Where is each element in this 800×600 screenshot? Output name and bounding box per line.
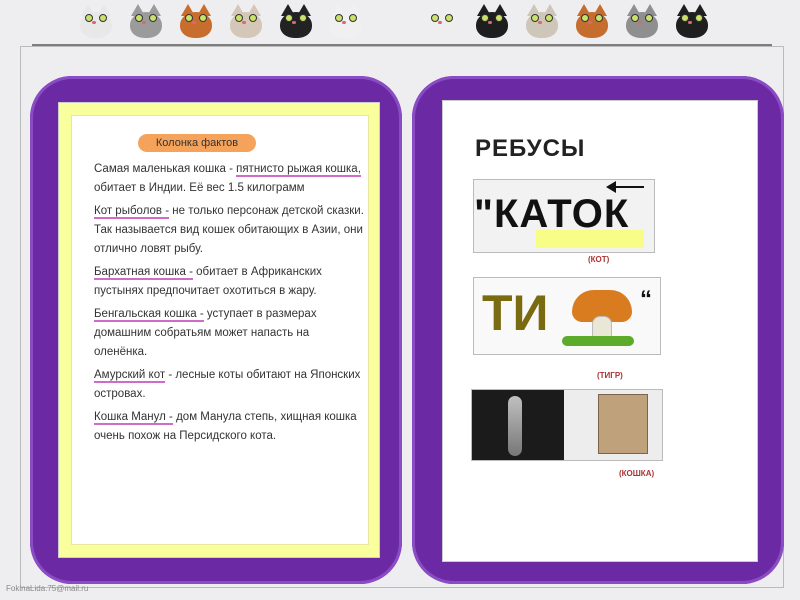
fact-item: Самая маленькая кошка - пятнисто рыжая к… <box>94 160 364 198</box>
rebus-word: ТИ <box>482 285 549 341</box>
fact-item: Бархатная кошка - обитает в Африканских … <box>94 263 364 301</box>
fact-highlight: пятнисто рыжая кошка, <box>236 163 361 177</box>
fact-highlight: Бенгальская кошка - <box>94 308 204 322</box>
cat-icon <box>624 4 660 40</box>
fact-text: обитает в Индии. Её вес 1.5 килограмм <box>94 182 305 194</box>
wheat-image <box>472 390 564 460</box>
arrow-left-icon <box>606 181 644 193</box>
cat-icon <box>574 4 610 40</box>
cat-icon <box>474 4 510 40</box>
rebus-answer: (КОТ) <box>588 255 610 264</box>
cat-icon <box>228 4 264 40</box>
cat-icon <box>524 4 560 40</box>
fact-highlight: Кошка Манул - <box>94 411 173 425</box>
rebus-title: РЕБУСЫ <box>475 135 586 162</box>
cat-icon <box>278 4 314 40</box>
footer-email: FokinaLida.75@mail.ru <box>6 584 89 593</box>
rebus-koshka <box>471 389 663 461</box>
rebus-answer: (КОШКА) <box>619 469 655 478</box>
fact-item: Бенгальская кошка - уступает в размерах … <box>94 305 364 362</box>
fact-item: Кот рыболов - не только персонаж детской… <box>94 202 364 259</box>
wardrobe-image <box>564 390 662 460</box>
rebus-katok: "КАТОК <box>473 179 655 253</box>
cat-icon <box>78 4 114 40</box>
wardrobe-icon <box>598 394 648 454</box>
rebus-sheet: РЕБУСЫ "КАТОК (КОТ) ТИ “ (ТИГР) (КОШКА) <box>442 100 758 562</box>
rebus-tigr: ТИ “ <box>473 277 661 355</box>
cat-icon <box>178 4 214 40</box>
wheat-icon <box>508 396 522 456</box>
fact-text: Самая маленькая кошка - <box>94 163 237 175</box>
fact-item: Кошка Манул - дом Манула степь, хищная к… <box>94 408 364 446</box>
cat-icon <box>328 4 364 40</box>
facts-title: Колонка фактов <box>138 134 256 152</box>
fact-highlight: Бархатная кошка - <box>94 266 193 280</box>
fact-item: Амурский кот - лесные коты обитают на Яп… <box>94 366 364 404</box>
cat-icon <box>128 4 164 40</box>
fact-highlight: Кот рыболов - <box>94 205 170 219</box>
facts-sheet: Колонка фактов Самая маленькая кошка - п… <box>58 102 380 558</box>
facts-list: Самая маленькая кошка - пятнисто рыжая к… <box>94 160 364 450</box>
rebus-answer: (ТИГР) <box>597 371 623 380</box>
cat-icon <box>424 4 460 40</box>
quote-mark: “ <box>640 286 652 313</box>
cat-banner <box>0 0 800 44</box>
facts-sheet-inner: Колонка фактов Самая маленькая кошка - п… <box>71 115 369 545</box>
grass-icon <box>562 336 634 346</box>
cat-icon <box>674 4 710 40</box>
rebus-word: "КАТОК <box>474 192 630 236</box>
fact-highlight: Амурский кот <box>94 369 166 383</box>
